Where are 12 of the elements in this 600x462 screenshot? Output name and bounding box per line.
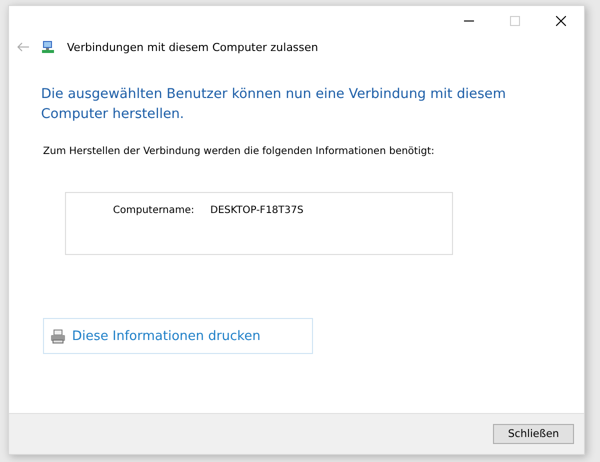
network-computer-icon [41, 40, 55, 54]
printer-icon [50, 328, 66, 344]
info-value: DESKTOP-F18T37S [210, 205, 304, 216]
intro-text: Zum Herstellen der Verbindung werden die folgenden Informationen benötigt: [43, 146, 436, 157]
info-label: Computername: [113, 205, 194, 216]
maximize-icon [510, 16, 520, 26]
window-title: Verbindungen mit diesem Computer zulassen [67, 40, 318, 54]
heading: Die ausgewählten Benutzer können nun eine Verbindung mit diesem Computer herstellen. [41, 85, 507, 124]
print-link[interactable]: Diese Informationen drucken [43, 318, 313, 354]
back-arrow-icon[interactable] [17, 42, 29, 52]
close-icon [556, 16, 566, 26]
close-dialog-button[interactable]: Schließen [493, 424, 574, 444]
